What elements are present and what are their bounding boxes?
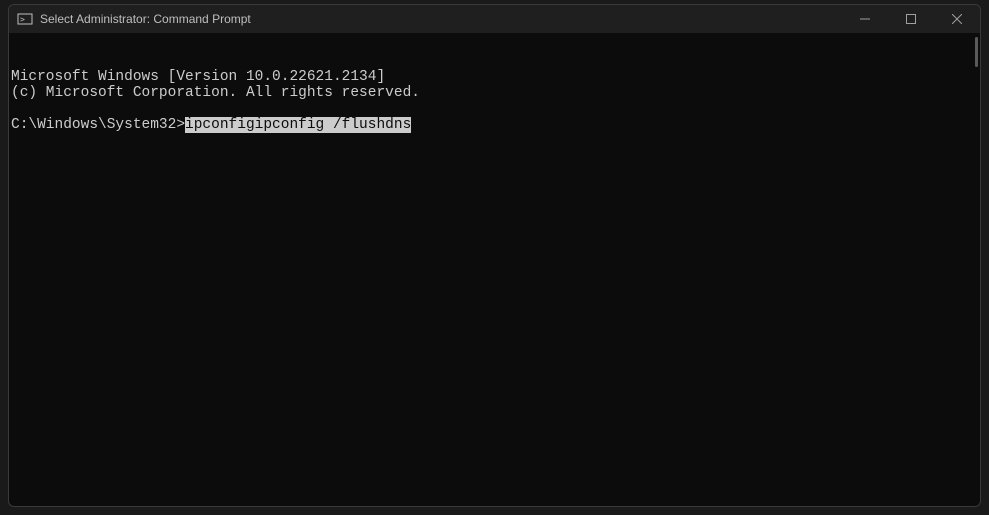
selected-command-text: ipconfigipconfig /flushdns [185,117,411,133]
scrollbar[interactable] [968,33,980,506]
terminal-line: (c) Microsoft Corporation. All rights re… [11,85,978,101]
minimize-button[interactable] [842,5,888,33]
scrollbar-thumb[interactable] [975,37,978,67]
close-button[interactable] [934,5,980,33]
terminal-output-area[interactable]: Microsoft Windows [Version 10.0.22621.21… [9,33,980,506]
svg-text:>_: >_ [20,15,30,24]
command-prompt-window: >_ Select Administrator: Command Prompt [8,4,981,507]
terminal-blank-line [11,101,978,117]
window-controls [842,5,980,33]
maximize-button[interactable] [888,5,934,33]
terminal-line: Microsoft Windows [Version 10.0.22621.21… [11,69,978,85]
titlebar[interactable]: >_ Select Administrator: Command Prompt [9,5,980,33]
window-title: Select Administrator: Command Prompt [40,12,842,26]
prompt-path: C:\Windows\System32> [11,117,185,133]
cmd-icon: >_ [17,11,33,27]
prompt-line: C:\Windows\System32>ipconfigipconfig /fl… [11,117,978,133]
